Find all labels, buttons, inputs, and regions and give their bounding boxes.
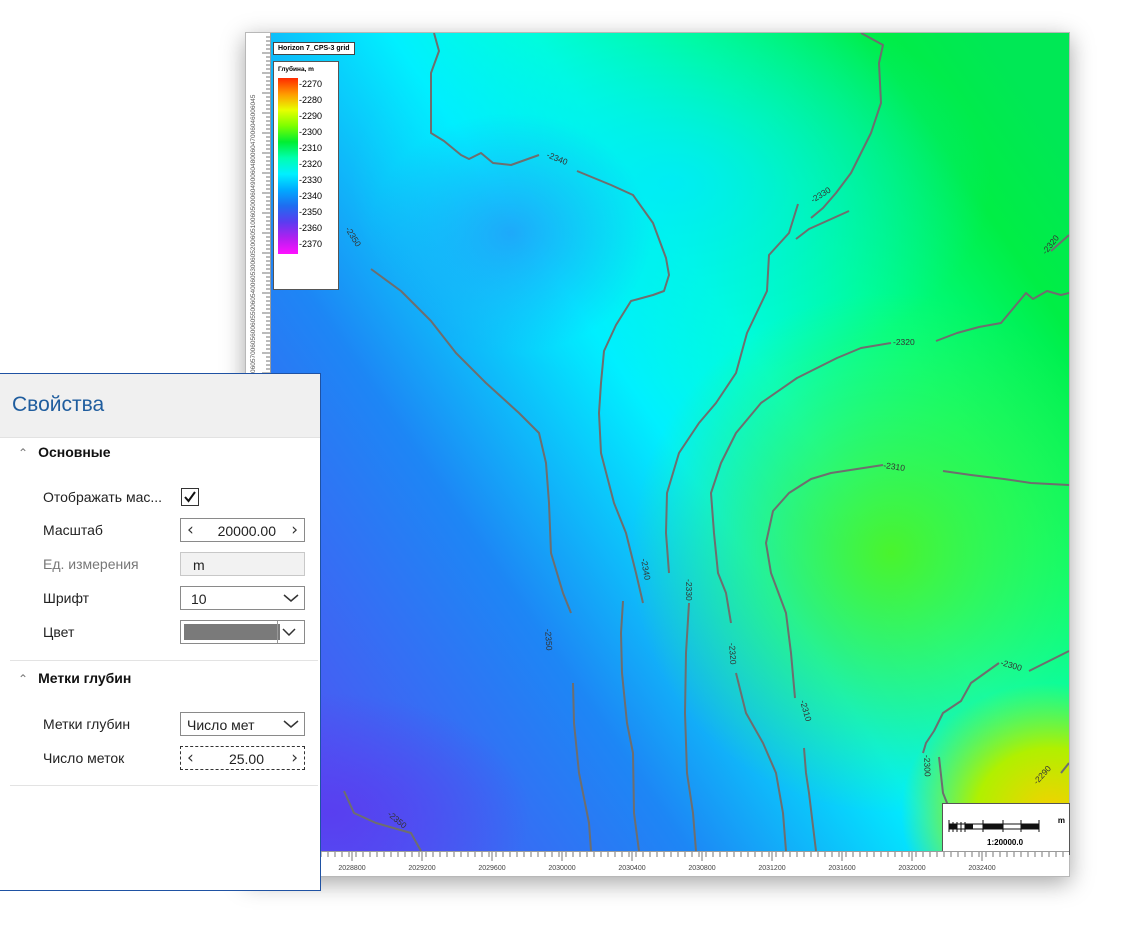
chevron-up-icon[interactable]: ⌃	[18, 672, 28, 686]
x-tick-label: 2031200	[758, 865, 785, 872]
color-picker[interactable]	[180, 620, 305, 644]
legend-title: Глубина, m	[278, 66, 314, 73]
x-tick-label: 2029600	[478, 865, 505, 872]
show-scale-label: Отображать мас...	[43, 489, 163, 505]
section-depth-label: Метки глубин	[38, 670, 132, 686]
section-divider	[10, 785, 318, 786]
marks-count-label: Число меток	[43, 750, 125, 766]
x-tick-label: 2031600	[828, 865, 855, 872]
marks-count-value: 25.00	[228, 751, 264, 767]
bottom-ruler-svg: 2028800 2029200 2029600 2030000 2030400 20308…	[271, 852, 1064, 872]
font-value: 10	[191, 591, 207, 607]
legend: Глубина, m -2270 -2280 -2290 -2300 -2310…	[273, 61, 339, 290]
legend-label: -2280	[299, 95, 323, 105]
x-tick-label: 2032400	[968, 865, 995, 872]
marks-count-stepper[interactable]: ‹ 25.00 ›	[180, 746, 305, 770]
font-dropdown[interactable]: 10	[180, 586, 305, 610]
chevron-left-icon[interactable]: ‹	[187, 748, 194, 768]
show-scale-checkbox[interactable]	[181, 488, 199, 506]
chevron-right-icon[interactable]: ›	[291, 748, 298, 768]
map-window[interactable]: 6070006069006068006067006066006065006064…	[245, 32, 1070, 877]
scale-stepper[interactable]: ‹ 20000.00 ›	[180, 518, 305, 542]
depth-marks-dropdown[interactable]: Число мет	[180, 712, 305, 736]
contour-label: -2320	[893, 337, 915, 347]
legend-label: -2320	[299, 159, 323, 169]
section-main-label: Основные	[38, 444, 111, 460]
scale-bar: m 1:20000.0	[942, 803, 1070, 855]
section-main-header[interactable]: ⌃ Основные	[18, 444, 111, 460]
units-value: m	[193, 557, 205, 573]
depth-marks-value: Число мет	[187, 717, 255, 733]
checkmark-icon	[184, 491, 196, 503]
legend-label: -2300	[299, 127, 323, 137]
legend-label: -2370	[299, 239, 323, 249]
x-tick-label: 2032000	[898, 865, 925, 872]
legend-label: -2310	[299, 143, 323, 153]
contour-label: -2350	[543, 628, 555, 651]
color-label: Цвет	[43, 624, 75, 640]
x-tick-label: 2029200	[408, 865, 435, 872]
legend-label: -2330	[299, 175, 323, 185]
contour-label: -2330	[684, 579, 694, 601]
units-field: m	[180, 552, 305, 576]
font-label: Шрифт	[43, 590, 90, 606]
chevron-up-icon[interactable]: ⌃	[18, 446, 28, 460]
section-depth-header[interactable]: ⌃ Метки глубин	[18, 670, 131, 686]
scale-unit: m	[1057, 816, 1065, 825]
bottom-ruler: 2028800 2029200 2029600 2030000 2030400 20308…	[270, 851, 1069, 876]
chevron-right-icon[interactable]: ›	[291, 520, 298, 540]
depth-map[interactable]: -2340 -2350 -2330 -2320 -2320 -2310 -234…	[271, 33, 1069, 851]
contour-label: -2300	[922, 755, 933, 777]
chevron-down-icon[interactable]	[278, 587, 304, 609]
scale-ratio: 1:20000.0	[987, 838, 1024, 847]
legend-label: -2290	[299, 111, 323, 121]
legend-color-bar	[278, 78, 298, 254]
x-tick-label: 2030000	[548, 865, 575, 872]
chevron-down-icon[interactable]	[277, 621, 304, 643]
legend-label: -2360	[299, 223, 323, 233]
x-tick-label: 2028800	[338, 865, 365, 872]
map-title: Horizon 7_CPS-3 grid	[273, 42, 355, 55]
scale-value: 20000.00	[217, 523, 276, 539]
scale-label: Масштаб	[43, 522, 103, 538]
legend-label: -2340	[299, 191, 323, 201]
x-tick-label: 2030400	[618, 865, 645, 872]
legend-label: -2270	[299, 79, 323, 89]
units-label: Ед. измерения	[43, 556, 139, 572]
chevron-down-icon[interactable]	[278, 713, 304, 735]
panel-title: Свойства	[12, 393, 105, 416]
color-swatch	[184, 624, 280, 640]
contour-label: -2320	[727, 642, 739, 665]
x-tick-label: 2030800	[688, 865, 715, 872]
surface-shading	[371, 113, 651, 353]
chevron-left-icon[interactable]: ‹	[187, 520, 194, 540]
legend-label: -2350	[299, 207, 323, 217]
depth-marks-label: Метки глубин	[43, 716, 131, 732]
section-divider	[10, 660, 318, 661]
properties-panel: Свойства ⌃ Основные Отображать мас... Мас…	[0, 373, 321, 891]
